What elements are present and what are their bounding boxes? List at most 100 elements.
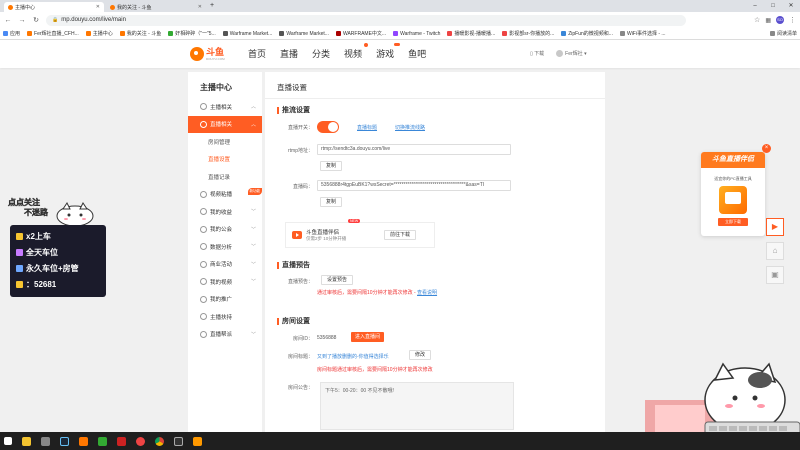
- chrome-icon[interactable]: [155, 436, 164, 446]
- maximize-icon[interactable]: □: [764, 0, 782, 12]
- switch-line-link[interactable]: 切换推流线路: [395, 124, 425, 131]
- live-switch-toggle[interactable]: [317, 121, 339, 133]
- film-icon: [200, 278, 207, 286]
- forward-icon[interactable]: →: [18, 17, 26, 24]
- sidebar-item-my-video[interactable]: 我的视频 ﹀: [188, 273, 262, 291]
- nav-home[interactable]: 首页: [248, 47, 266, 60]
- sidebar-item-video[interactable]: 视频粘播 新功能: [188, 186, 262, 204]
- video-side-icon[interactable]: ▶: [766, 218, 784, 236]
- bookmark-item[interactable]: 主播中心: [85, 30, 113, 37]
- tab-my-follow[interactable]: 我的关注 - 斗鱼 ✕: [106, 2, 206, 12]
- sidebar-sub-live-records[interactable]: 直播记录: [188, 168, 262, 186]
- copy-rtmp-button[interactable]: 复制: [320, 161, 343, 171]
- sidebar-sub-room-manage[interactable]: 房间管理: [188, 133, 262, 151]
- folder-icon[interactable]: [22, 436, 31, 446]
- video-icon: [200, 190, 207, 198]
- bookmark-item[interactable]: ZipFun的微视频和...: [561, 30, 613, 37]
- sidebar-item-business[interactable]: 商业活动 ﹀: [188, 256, 262, 274]
- profile-avatar[interactable]: SO: [776, 16, 784, 24]
- enter-room-button[interactable]: 进入直播间: [351, 332, 385, 342]
- sidebar-item-data[interactable]: 数据分析 ﹀: [188, 238, 262, 256]
- nav-category[interactable]: 分类: [312, 47, 330, 60]
- bookmark-item[interactable]: 影视部sr-你播放的...: [502, 30, 554, 37]
- download-link[interactable]: ▯ 下载: [530, 50, 544, 57]
- sidebar-item-gang[interactable]: 直播帮派 ﹀: [188, 326, 262, 344]
- thumbs-up-icon: [200, 313, 207, 321]
- app-icon[interactable]: [193, 436, 202, 446]
- room-id-label: 房间ID：: [292, 336, 313, 342]
- close-icon[interactable]: ✕: [96, 4, 100, 10]
- app-icon[interactable]: [136, 436, 145, 446]
- fish-logo-icon: [190, 47, 204, 61]
- sidebar-item-anchor[interactable]: 主播相关 ︿: [188, 98, 262, 116]
- close-icon[interactable]: ✕: [198, 4, 202, 10]
- bookmark-item[interactable]: Warframe - Twitch: [393, 31, 440, 37]
- windows-start-icon[interactable]: [4, 437, 12, 445]
- sidebar-item-support[interactable]: 主播扶持: [188, 308, 262, 326]
- nav-live[interactable]: 直播: [280, 47, 298, 60]
- announce-textarea[interactable]: 下午5：00-20：00 不见不散哦!: [320, 382, 514, 430]
- companion-subtitle: 仅需2步 10分钟开播: [306, 236, 347, 241]
- app-icon[interactable]: [98, 436, 107, 446]
- url-field[interactable]: 🔒 mp.douyu.com/live/main: [46, 14, 686, 26]
- tab-anchor-center[interactable]: 主播中心 ✕: [4, 2, 104, 12]
- promo-download-button[interactable]: 立即下载: [718, 218, 748, 226]
- bookmark-item[interactable]: Warframe Market...: [279, 31, 329, 37]
- rtmp-address-field[interactable]: rtmp://sendtc3a.douyu.com/live: [317, 144, 511, 155]
- taskbar: [0, 432, 800, 450]
- nav-yuba[interactable]: 鱼吧: [408, 47, 426, 60]
- sidebar-item-income[interactable]: 我的收益 ﹀: [188, 203, 262, 221]
- stream-code-field[interactable]: 5356888r4tgpEuBK1?wsSecret=*************…: [317, 180, 511, 191]
- modify-title-button[interactable]: 修改: [409, 350, 432, 360]
- home-side-icon[interactable]: ⌂: [766, 242, 784, 260]
- view-explanation-link[interactable]: 查看说明: [417, 290, 437, 296]
- sidebar-item-promo[interactable]: 我的推广: [188, 291, 262, 309]
- bookmark-item[interactable]: Fer辉社直播_CFH...: [27, 30, 79, 37]
- star-icon[interactable]: ☆: [754, 16, 760, 24]
- new-tab-icon[interactable]: +: [210, 2, 214, 9]
- bookmark-item[interactable]: 我的关注 - 斗鱼: [119, 30, 161, 37]
- app-icon[interactable]: [117, 436, 126, 446]
- bookmark-item[interactable]: 播暖影视-播暖播...: [447, 30, 495, 37]
- sidebar-sub-live-settings[interactable]: 直播设置: [188, 151, 262, 169]
- reload-icon[interactable]: ↻: [32, 16, 40, 24]
- back-icon[interactable]: ←: [4, 17, 12, 24]
- switch-label: 直播开关：: [287, 125, 313, 131]
- close-window-icon[interactable]: ✕: [782, 0, 800, 12]
- star-badge-icon: [16, 264, 23, 272]
- perk-row: 永久车位+房管: [16, 260, 100, 276]
- notice-warning: 通过审核后，需要间隔10分钟才能再次修改 - 查看说明: [317, 290, 438, 296]
- bookmark-item[interactable]: 阅读清单: [769, 30, 797, 37]
- rename-link[interactable]: 直播标题: [357, 124, 377, 131]
- set-notice-button[interactable]: 设置预告: [321, 275, 354, 285]
- bookmark-item[interactable]: 奸相碎碎（"一"5...: [168, 30, 216, 37]
- bookmark-item[interactable]: Warframe Market...: [222, 31, 272, 37]
- user-menu[interactable]: Fer辉社 ▾: [556, 50, 587, 58]
- menu-icon[interactable]: ⋮: [789, 16, 796, 24]
- steam-icon[interactable]: [60, 436, 69, 446]
- taskview-icon[interactable]: [41, 436, 50, 446]
- companion-download-button[interactable]: 前往下载: [384, 230, 417, 240]
- minimize-icon[interactable]: –: [746, 0, 764, 12]
- bookmark-item[interactable]: 应用: [3, 30, 20, 37]
- douyu-logo[interactable]: 斗鱼 DOUYU.COM: [190, 44, 230, 64]
- logo-subtext: DOUYU.COM: [206, 56, 225, 61]
- main-nav: 首页 直播 分类 视频 游戏 鱼吧: [248, 43, 426, 60]
- close-icon[interactable]: ×: [762, 144, 771, 153]
- title-warning: 房间标题通过审核后，需要间隔10分钟才能再次修改: [317, 367, 433, 373]
- sidebar-item-guild[interactable]: 我的公会 ﹀: [188, 221, 262, 239]
- nav-video[interactable]: 视频: [344, 43, 369, 60]
- sidebar-item-live[interactable]: 直播相关 ︿: [188, 115, 262, 133]
- feedback-side-icon[interactable]: ▣: [766, 266, 784, 284]
- extension-icon[interactable]: ▦: [765, 17, 771, 24]
- app-icon[interactable]: [174, 436, 183, 446]
- app-icon[interactable]: [79, 436, 88, 446]
- nav-games[interactable]: 游戏: [376, 43, 401, 60]
- bookmark-item[interactable]: WARFRAME中文...: [335, 30, 386, 37]
- window-controls: – □ ✕: [746, 0, 800, 12]
- copy-code-button[interactable]: 复制: [320, 197, 343, 207]
- bookmark-item[interactable]: WiFi事件选择 - ...: [619, 30, 666, 37]
- nav-dot-badge: [364, 43, 369, 47]
- tab-label: 主播中心: [15, 4, 36, 11]
- phone-icon: ▯: [530, 51, 533, 58]
